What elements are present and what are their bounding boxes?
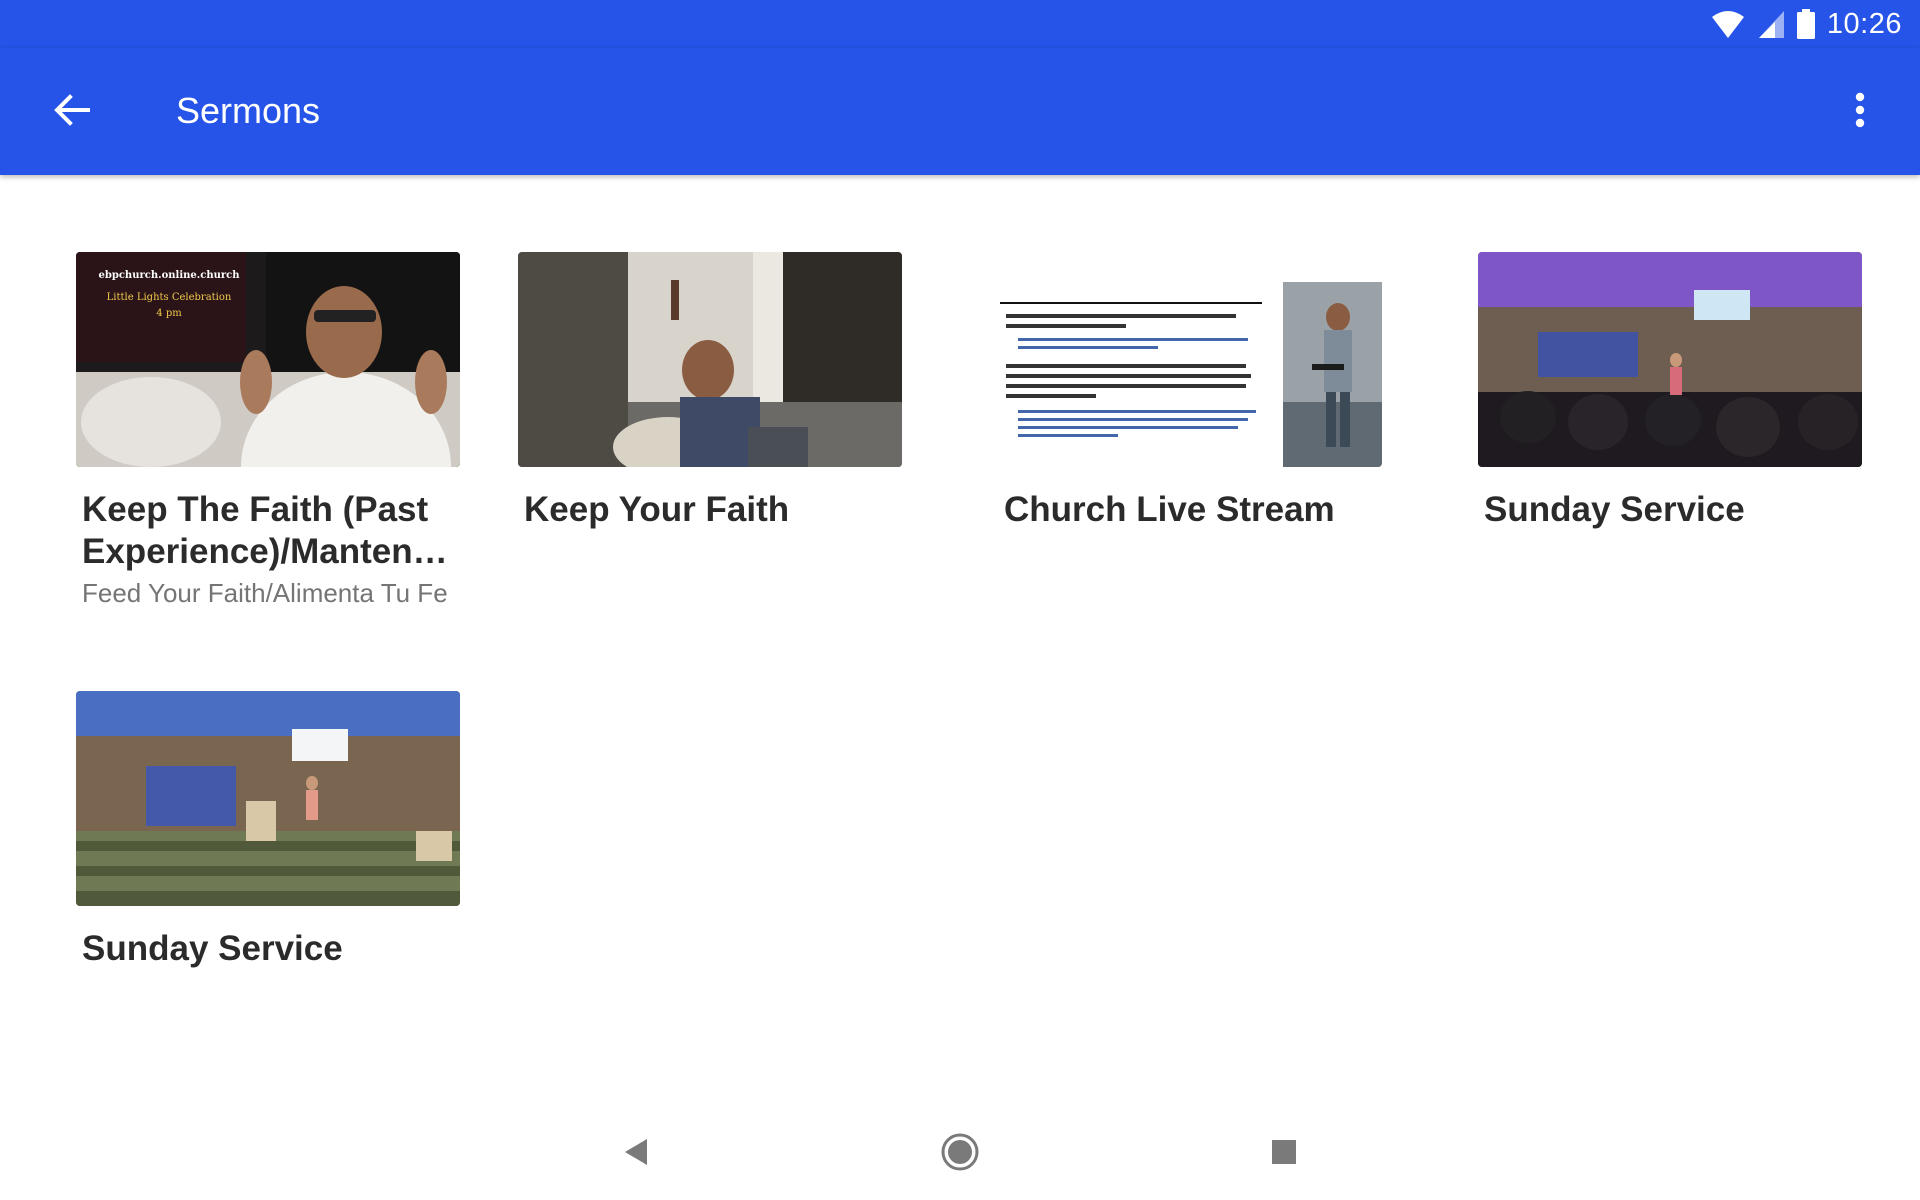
sermon-title: Keep Your Faith — [524, 490, 790, 529]
battery-icon — [1796, 9, 1815, 39]
sermon-grid: ebpchurch.online.church Little Lights Ce… — [0, 175, 1920, 1075]
status-bar: 10:26 — [0, 0, 1920, 48]
caption-line: 4 pm — [156, 308, 182, 319]
sermon-card[interactable]: Sunday Service — [1478, 252, 1862, 531]
sermon-title: Church Live Stream — [1004, 490, 1335, 529]
arrow-left-icon — [54, 93, 90, 131]
caption-line: ebpchurch.online.church — [98, 270, 240, 281]
back-button[interactable] — [44, 84, 100, 140]
nav-back-button[interactable] — [612, 1130, 660, 1178]
recents-square-icon — [1271, 1139, 1297, 1170]
overflow-menu-button[interactable] — [1836, 84, 1884, 140]
sermon-card[interactable]: Keep Your Faith — [518, 252, 902, 531]
sermon-title: Keep The Faith (Past Experience)/Manten … — [82, 490, 452, 571]
sermon-thumbnail[interactable] — [1478, 252, 1862, 467]
sermon-thumbnail[interactable] — [518, 252, 902, 467]
page-title: Sermons — [176, 90, 321, 131]
app-bar: Sermons — [0, 48, 1920, 175]
more-vert-icon — [1854, 92, 1866, 133]
nav-home-button[interactable] — [936, 1130, 984, 1178]
sermon-title: Sunday Service — [1484, 490, 1745, 529]
sermon-subtitle: Feed Your Faith/Alimenta Tu Fe — [82, 578, 448, 608]
nav-recents-button[interactable] — [1260, 1130, 1308, 1178]
home-circle-icon — [940, 1132, 980, 1177]
system-nav-bar — [0, 1112, 1920, 1192]
sermon-title: Sunday Service — [82, 929, 343, 968]
wifi-icon — [1711, 9, 1745, 39]
sermon-thumbnail[interactable] — [998, 252, 1382, 467]
signal-icon — [1757, 9, 1785, 39]
back-triangle-icon — [622, 1137, 650, 1172]
thumbnail-caption: ebpchurch.online.church Little Lights Ce… — [94, 268, 244, 322]
status-time: 10:26 — [1826, 7, 1902, 40]
sermon-card[interactable]: Church Live Stream — [998, 252, 1382, 531]
caption-line: Little Lights Celebration — [106, 292, 232, 303]
sermon-thumbnail[interactable]: ebpchurch.online.church Little Lights Ce… — [76, 252, 460, 467]
status-icons: 10:26 — [1711, 6, 1902, 42]
sermon-card[interactable]: ebpchurch.online.church Little Lights Ce… — [76, 252, 460, 611]
sermon-card[interactable]: Sunday Service — [76, 691, 460, 970]
sermon-thumbnail[interactable] — [76, 691, 460, 906]
